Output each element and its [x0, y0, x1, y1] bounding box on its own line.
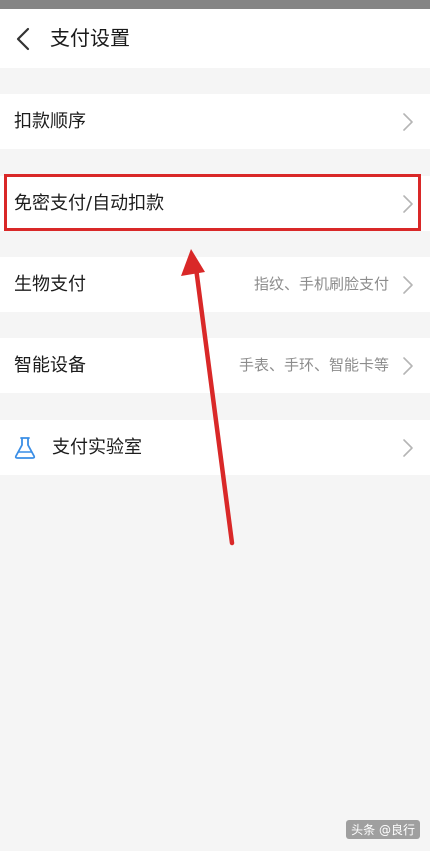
- row-label: 免密支付/自动扣款: [14, 193, 165, 214]
- chevron-right-icon: [403, 357, 413, 375]
- status-bar: [0, 0, 430, 9]
- row-value: 指纹、手机刷脸支付: [253, 275, 389, 293]
- settings-row-password-free-payment[interactable]: 免密支付/自动扣款: [0, 176, 430, 231]
- settings-row-smart-devices[interactable]: 智能设备 手表、手环、智能卡等: [0, 338, 430, 393]
- settings-row-deduction-order[interactable]: 扣款顺序: [0, 94, 430, 149]
- flask-icon: [14, 437, 36, 459]
- chevron-right-icon: [403, 439, 413, 457]
- page-title: 支付设置: [50, 26, 130, 50]
- row-label: 智能设备: [14, 355, 86, 376]
- chevron-right-icon: [403, 195, 413, 213]
- row-label: 支付实验室: [52, 437, 142, 458]
- chevron-right-icon: [403, 113, 413, 131]
- back-arrow-icon[interactable]: [10, 24, 38, 54]
- settings-row-payment-lab[interactable]: 支付实验室: [0, 420, 430, 475]
- row-label: 扣款顺序: [14, 111, 86, 132]
- watermark-text: 头条 @良行: [346, 820, 420, 839]
- row-label: 生物支付: [14, 274, 86, 295]
- page-header: 支付设置: [0, 9, 430, 68]
- chevron-right-icon: [403, 276, 413, 294]
- settings-row-biometric-payment[interactable]: 生物支付 指纹、手机刷脸支付: [0, 257, 430, 312]
- row-value: 手表、手环、智能卡等: [238, 356, 389, 374]
